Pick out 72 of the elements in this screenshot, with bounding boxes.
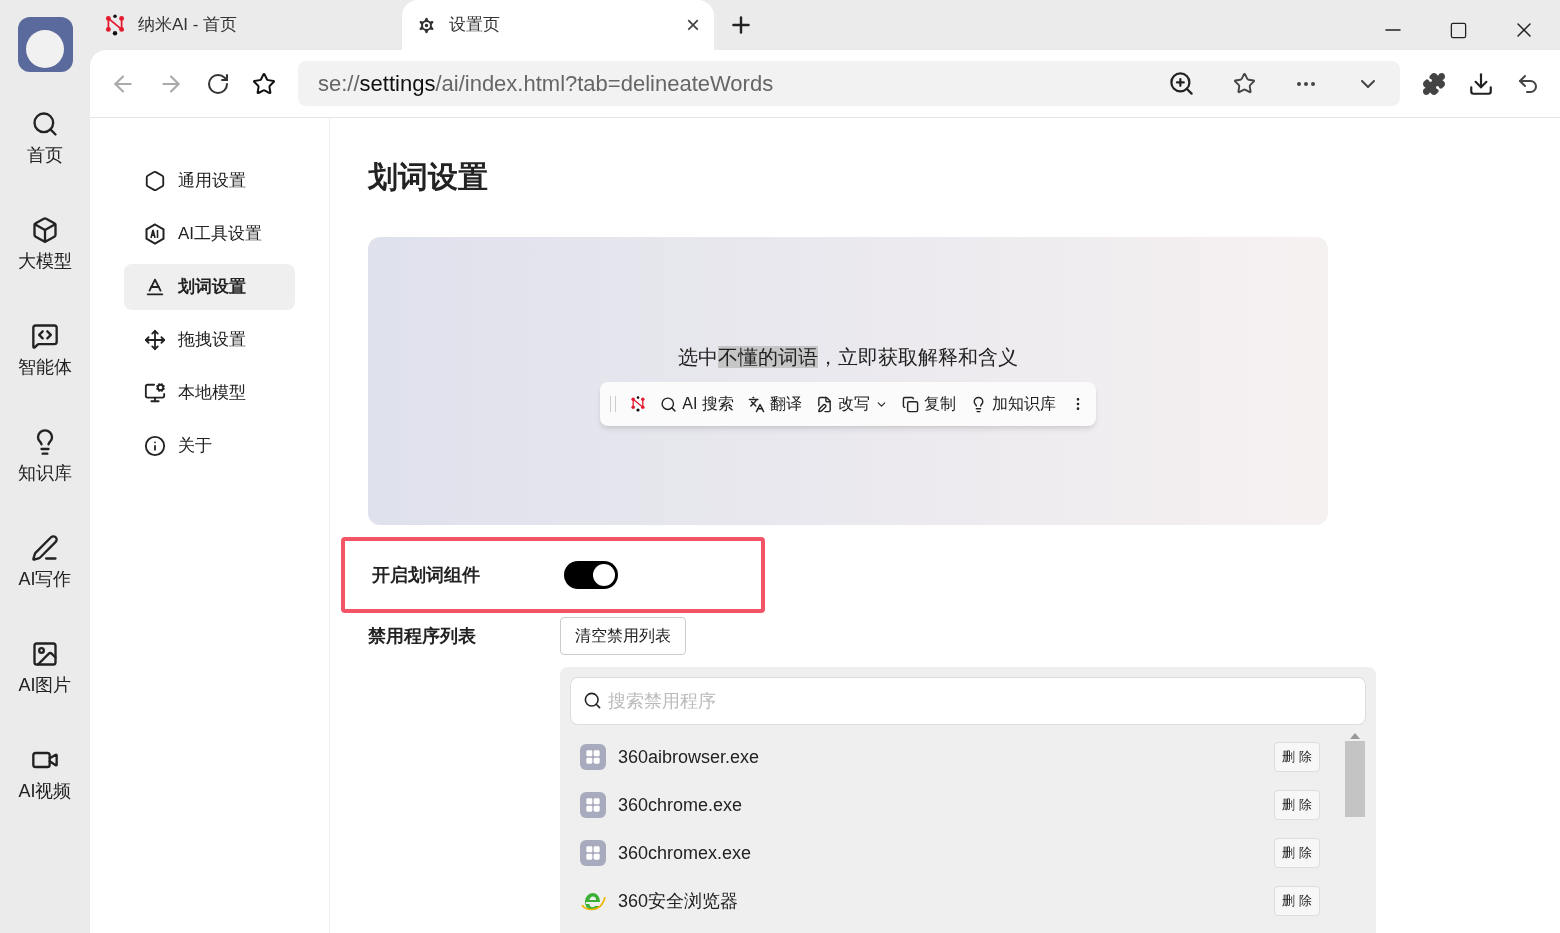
toolbar-action[interactable]: 加知识库 (969, 392, 1056, 416)
toolbar-action[interactable]: 复制 (901, 392, 956, 416)
pencil-icon (31, 534, 59, 562)
sidebar-item[interactable]: AI图片 (5, 640, 85, 699)
logo-icon (104, 14, 126, 36)
settings-nav-item[interactable]: 通用设置 (124, 158, 295, 204)
ai-hexagon-icon (144, 223, 166, 245)
page-title: 划词设置 (368, 159, 489, 195)
url-text: se://settings/ai/index.html?tab=delineateWords (318, 70, 774, 98)
sidebar-item[interactable]: AI写作 (5, 534, 85, 593)
delete-button[interactable]: 删 除 (1274, 742, 1320, 772)
sidebar-item[interactable]: 大模型 (5, 216, 85, 275)
caption-text: 选中不懂的词语，立即获取解释和含义 (678, 345, 1018, 370)
browser-tab[interactable]: 设置页 × (402, 0, 714, 50)
drag-handle-icon[interactable] (610, 396, 617, 412)
program-name: 360安全浏览器 (618, 889, 740, 913)
reload-icon[interactable] (206, 71, 230, 96)
info-icon (144, 435, 166, 457)
close-tab-button[interactable]: × (686, 13, 700, 37)
move-arrows-icon (144, 329, 166, 351)
settings-icon (416, 14, 437, 36)
chat-icon (31, 322, 59, 350)
settings-nav-item[interactable]: 划词设置 (124, 264, 295, 310)
sidebar-item[interactable]: 知识库 (5, 428, 85, 487)
download-icon[interactable] (1468, 70, 1494, 97)
browser-tab[interactable]: 纳米AI - 首页 (90, 0, 402, 50)
sidebar-item[interactable]: AI视频 (5, 746, 85, 805)
delete-button[interactable]: 删 除 (1274, 790, 1320, 820)
search-icon (660, 395, 678, 413)
app-grid-icon (580, 744, 606, 770)
favorites-icon[interactable] (252, 71, 276, 96)
maximize-icon[interactable] (1449, 20, 1468, 40)
search-icon (583, 691, 602, 710)
hexagon-icon (144, 170, 166, 192)
image-icon (31, 640, 59, 668)
address-bar[interactable]: se://settings/ai/index.html?tab=delineateWords (298, 61, 1400, 106)
toolbar-action[interactable]: AI 搜索 (660, 392, 734, 416)
settings-nav-item[interactable]: 关于 (124, 423, 295, 469)
toggle-switch[interactable] (564, 561, 618, 589)
toolbar-action[interactable]: 翻译 (747, 392, 802, 416)
star-icon[interactable] (1233, 72, 1256, 95)
extensions-icon[interactable] (1422, 71, 1446, 96)
avatar[interactable] (17, 17, 73, 72)
cube-icon (31, 216, 59, 244)
sidebar-item[interactable]: 智能体 (5, 322, 85, 381)
settings-nav-item[interactable]: 拖拽设置 (124, 317, 295, 363)
search-icon (31, 110, 59, 138)
toolbar-action[interactable]: 改写 (815, 392, 888, 416)
program-name: 360aibrowser.exe (618, 745, 761, 769)
logo-icon (630, 396, 647, 412)
copy-icon (901, 395, 919, 413)
setting-label: 禁用程序列表 (368, 624, 477, 648)
scrollbar-thumb[interactable] (1345, 741, 1365, 817)
app-grid-icon (580, 840, 606, 866)
translate-icon (747, 395, 765, 413)
program-name: 360chromex.exe (618, 841, 753, 865)
setting-label: 开启划词组件 (372, 563, 481, 587)
tab-title: 纳米AI - 首页 (138, 14, 239, 37)
monitor-icon (144, 382, 166, 404)
text-underline-icon (144, 276, 166, 298)
app-grid-icon (580, 792, 606, 818)
settings-nav-item[interactable]: AI工具设置 (124, 211, 295, 257)
tab-title: 设置页 (449, 14, 501, 37)
settings-nav-item[interactable]: 本地模型 (124, 370, 295, 416)
sidebar-item[interactable]: 首页 (5, 110, 85, 169)
delete-button[interactable]: 删 除 (1274, 886, 1320, 916)
edit-document-icon (815, 395, 833, 413)
program-name: 360chrome.exe (618, 793, 744, 817)
search-field[interactable]: 搜索禁用程序 (570, 677, 1366, 725)
delete-button[interactable]: 删 除 (1274, 838, 1320, 868)
zoom-in-icon[interactable] (1168, 70, 1195, 97)
clear-list-button[interactable]: 清空禁用列表 (560, 617, 686, 655)
